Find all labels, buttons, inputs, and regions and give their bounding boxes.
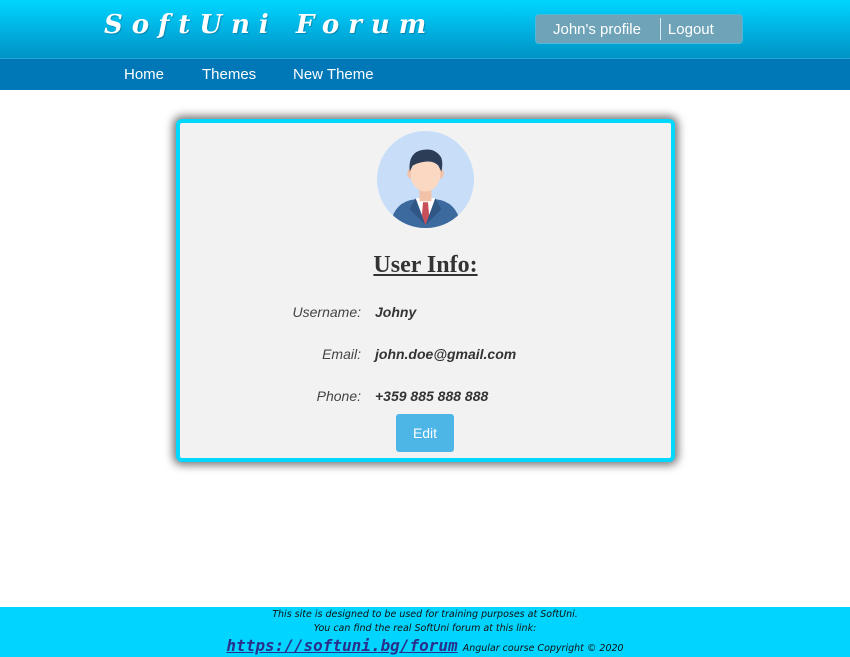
- email-value: john.doe@gmail.com: [375, 346, 517, 362]
- logout-link[interactable]: Logout: [668, 21, 714, 38]
- footer-bottom-line: https://softuni.bg/forum Angular course …: [0, 636, 850, 657]
- edit-button[interactable]: Edit: [396, 414, 454, 452]
- profile-card: User Info: Username: Johny Email: john.d…: [176, 119, 675, 462]
- nav-item-new-theme[interactable]: New Theme: [293, 66, 374, 83]
- user-avatar-icon: [376, 130, 475, 229]
- main-nav: Home Themes New Theme: [0, 58, 850, 90]
- footer-note: This site is designed to be used for tra…: [272, 609, 578, 620]
- page: SoftUni Forum John's profile Logout Home…: [0, 0, 850, 657]
- page-footer: This site is designed to be used for tra…: [0, 607, 850, 657]
- username-label: Username:: [292, 304, 361, 320]
- phone-value: +359 885 888 888: [375, 388, 489, 404]
- user-menu-divider: [659, 18, 661, 40]
- nav-item-home[interactable]: Home: [124, 66, 164, 83]
- softuni-forum-link[interactable]: https://softuni.bg/forum: [226, 636, 457, 655]
- username-value: Johny: [375, 304, 417, 320]
- user-menu: John's profile Logout: [535, 14, 743, 44]
- footer-copyright: Angular course Copyright © 2020: [462, 643, 624, 654]
- email-label: Email:: [322, 346, 361, 362]
- profile-link[interactable]: John's profile: [553, 21, 641, 38]
- site-logo[interactable]: SoftUni Forum: [104, 10, 435, 40]
- footer-link-intro: You can find the real SoftUni forum at t…: [313, 623, 537, 634]
- top-header: SoftUni Forum John's profile Logout: [0, 0, 850, 58]
- phone-label: Phone:: [316, 388, 361, 404]
- nav-item-themes[interactable]: Themes: [202, 66, 256, 83]
- user-info-heading: User Info:: [373, 252, 478, 278]
